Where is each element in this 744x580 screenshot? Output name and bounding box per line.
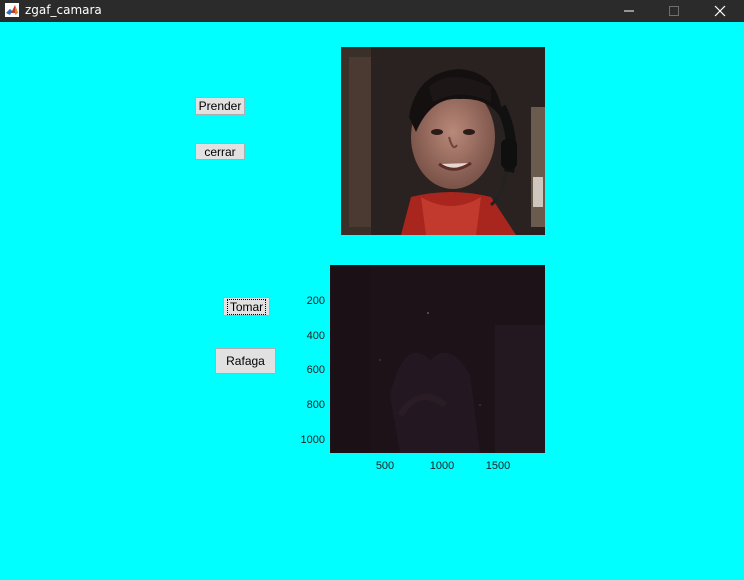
x-tick-label: 500 [375, 460, 395, 472]
y-tick-label: 400 [306, 330, 325, 342]
figure-area: Prender cerrar Tomar Rafaga 200 400 600 … [0, 22, 744, 580]
captured-image-axes [330, 265, 545, 453]
y-tick-label: 600 [306, 364, 325, 376]
tomar-button-label: Tomar [226, 298, 267, 315]
captured-image [330, 265, 545, 453]
window-title: zgaf_camara [25, 3, 102, 17]
close-icon [714, 5, 725, 17]
prender-button[interactable]: Prender [195, 97, 245, 115]
y-tick-label: 800 [306, 399, 325, 411]
maximize-icon [668, 6, 679, 16]
matlab-icon [5, 3, 19, 17]
x-tick-label: 1000 [429, 460, 455, 472]
y-tick-label: 1000 [300, 434, 325, 446]
x-tick-label: 1500 [485, 460, 511, 472]
minimize-icon [623, 10, 634, 12]
title-bar[interactable]: zgaf_camara [0, 0, 744, 22]
minimize-button[interactable] [606, 0, 651, 22]
cerrar-button[interactable]: cerrar [195, 143, 245, 160]
rafaga-button[interactable]: Rafaga [215, 348, 276, 374]
maximize-button[interactable] [651, 0, 696, 22]
tomar-button[interactable]: Tomar [223, 297, 270, 316]
close-button[interactable] [697, 0, 742, 22]
live-video-preview [341, 47, 545, 235]
y-tick-label: 200 [306, 295, 325, 307]
webcam-frame [341, 47, 545, 235]
